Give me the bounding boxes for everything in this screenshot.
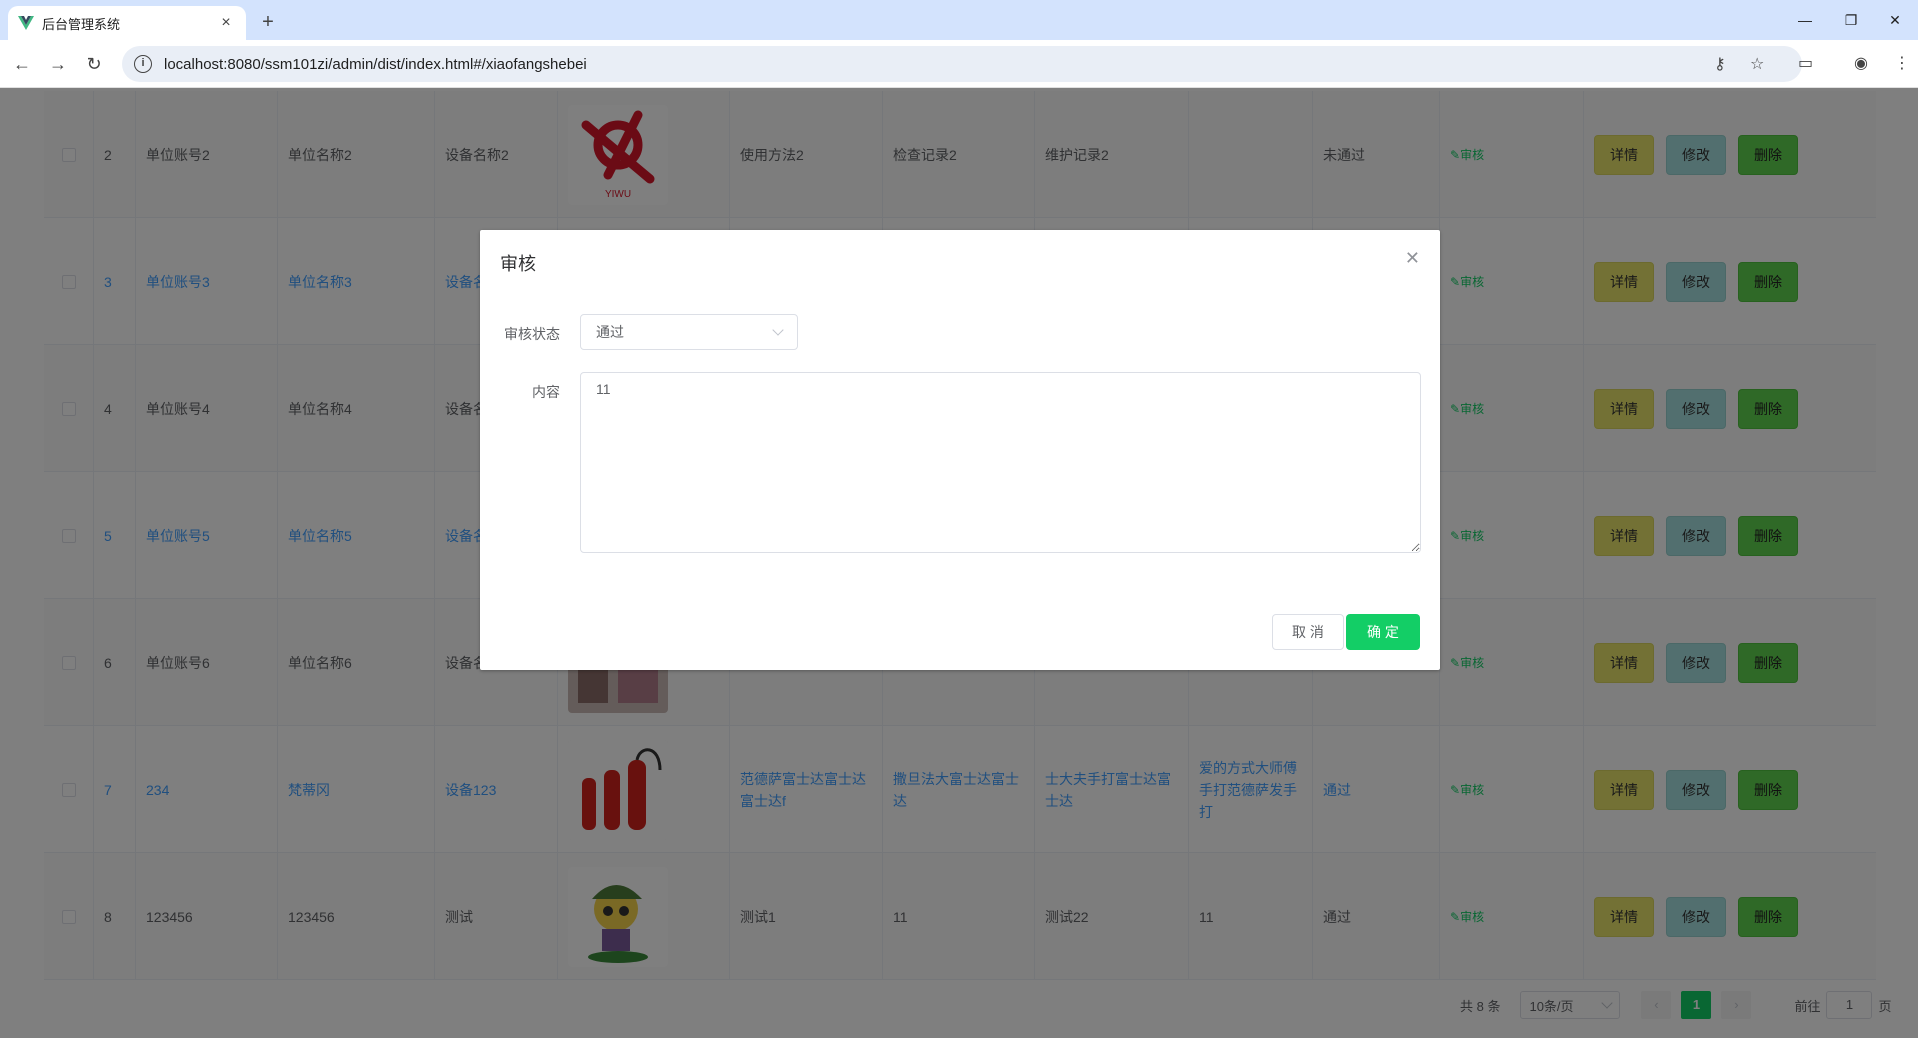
- media-panel-icon[interactable]: ▭: [1798, 53, 1813, 73]
- password-key-icon[interactable]: ⚷: [1714, 54, 1726, 74]
- confirm-button[interactable]: 确 定: [1346, 614, 1420, 650]
- close-window-button[interactable]: ✕: [1872, 6, 1918, 34]
- restore-button[interactable]: ❐: [1828, 6, 1874, 34]
- url-text[interactable]: localhost:8080/ssm101zi/admin/dist/index…: [164, 56, 587, 73]
- content-label: 内容: [532, 384, 560, 400]
- chevron-down-icon: [772, 324, 784, 336]
- audit-dialog: 审核 ✕ 审核状态 通过 内容 11 取 消 确 定: [480, 230, 1440, 670]
- forward-button[interactable]: →: [44, 50, 72, 78]
- dialog-title: 审核: [500, 254, 536, 274]
- cancel-button[interactable]: 取 消: [1272, 614, 1344, 650]
- minimize-button[interactable]: —: [1782, 6, 1828, 34]
- site-info-icon[interactable]: i: [134, 55, 152, 73]
- status-select[interactable]: 通过: [580, 314, 798, 350]
- bookmark-star-icon[interactable]: ☆: [1750, 54, 1764, 74]
- menu-icon[interactable]: ⋮: [1894, 53, 1910, 73]
- tab-title: 后台管理系统: [42, 16, 121, 32]
- address-bar[interactable]: i localhost:8080/ssm101zi/admin/dist/ind…: [122, 46, 1802, 82]
- status-select-value: 通过: [596, 324, 624, 340]
- reload-button[interactable]: ↻: [80, 50, 108, 78]
- status-label: 审核状态: [504, 326, 560, 342]
- close-tab-icon[interactable]: ×: [216, 14, 236, 32]
- back-button[interactable]: ←: [8, 50, 36, 78]
- new-tab-button[interactable]: +: [254, 8, 282, 36]
- content-textarea[interactable]: 11: [580, 372, 1421, 553]
- browser-tab-strip: 后台管理系统 × + — ❐ ✕: [0, 0, 1918, 40]
- vue-logo-icon: [18, 16, 34, 30]
- profile-icon[interactable]: ◉: [1854, 53, 1868, 73]
- close-icon[interactable]: ✕: [1405, 248, 1420, 269]
- browser-tab[interactable]: 后台管理系统 ×: [8, 6, 246, 40]
- browser-toolbar: ← → ↻ i localhost:8080/ssm101zi/admin/di…: [0, 40, 1918, 88]
